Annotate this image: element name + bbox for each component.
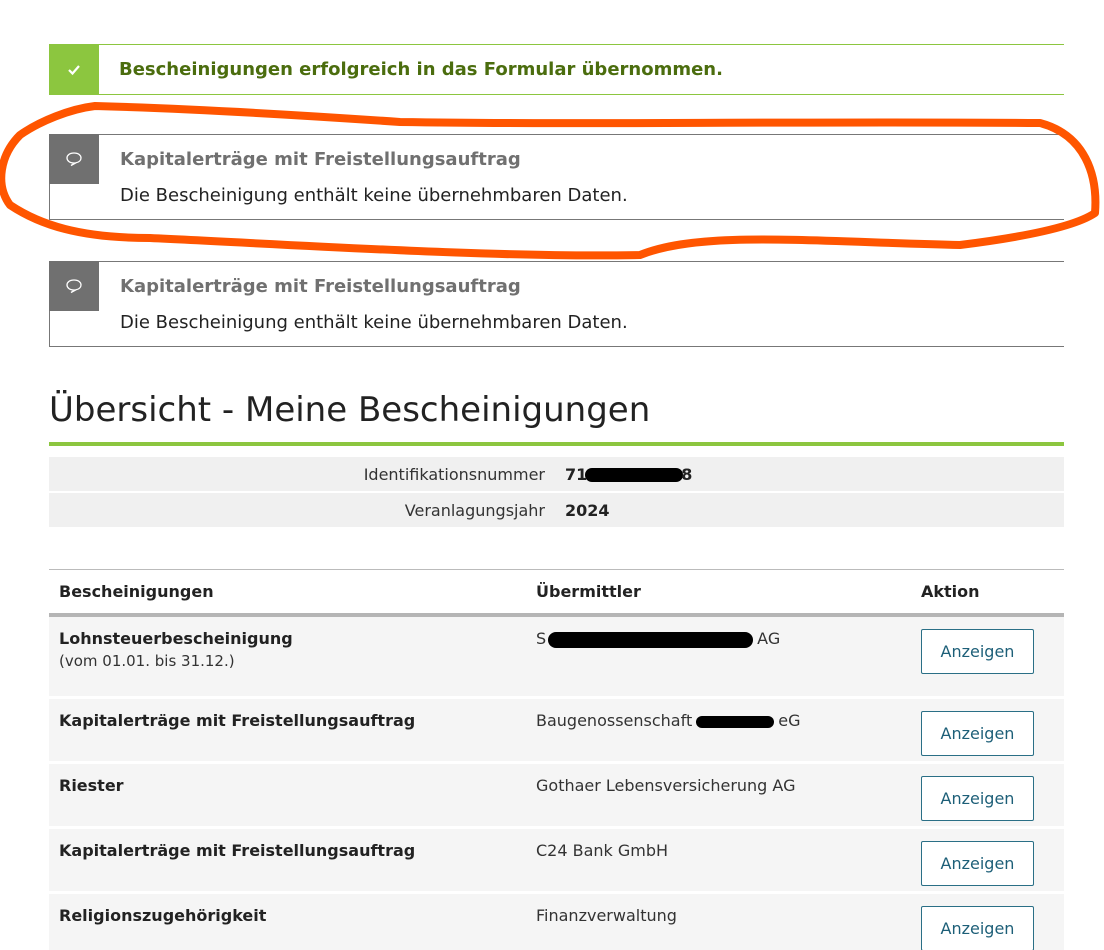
sender-name: Baugenossenschaft eG: [536, 711, 801, 730]
table-row: Religionszugehörigkeit Finanzverwaltung …: [49, 894, 1064, 950]
column-header-documents: Bescheinigungen: [59, 582, 214, 601]
column-header-sender: Übermittler: [536, 582, 641, 601]
show-button[interactable]: Anzeigen: [921, 629, 1034, 674]
speech-bubble-icon: [49, 261, 99, 311]
tax-year-label: Veranlagungsjahr: [404, 500, 545, 520]
sender-name: C24 Bank GmbH: [536, 841, 669, 860]
title-divider: [49, 442, 1064, 446]
info-notice: Kapitalerträge mit Freistellungsauftrag …: [49, 261, 1064, 347]
page-title: Übersicht - Meine Bescheinigungen: [49, 390, 651, 430]
check-icon: [49, 44, 99, 95]
sender-name: Gothaer Lebensversicherung AG: [536, 776, 796, 795]
id-number-label: Identifikationsnummer: [363, 464, 545, 484]
show-button[interactable]: Anzeigen: [921, 776, 1034, 821]
show-button[interactable]: Anzeigen: [921, 711, 1034, 756]
document-name: Kapitalerträge mit Freistellungsauftrag: [59, 711, 416, 730]
document-period: (vom 01.01. bis 31.12.): [59, 652, 235, 670]
id-number-value: 71 8: [565, 464, 693, 484]
notice-title: Kapitalerträge mit Freistellungsauftrag: [120, 276, 521, 297]
sender-name: S AG: [536, 629, 781, 648]
tax-year-value: 2024: [565, 500, 610, 520]
id-number-row: Identifikationsnummer 71 8: [49, 457, 1064, 491]
info-notice: Kapitalerträge mit Freistellungsauftrag …: [49, 134, 1064, 220]
redaction-mark: [585, 468, 684, 482]
notice-text: Die Bescheinigung enthält keine übernehm…: [120, 312, 628, 333]
document-name: Lohnsteuerbescheinigung: [59, 629, 293, 648]
redaction-mark: [548, 631, 754, 648]
notice-title: Kapitalerträge mit Freistellungsauftrag: [120, 149, 521, 170]
document-name: Religionszugehörigkeit: [59, 906, 267, 925]
table-row: Lohnsteuerbescheinigung (vom 01.01. bis …: [49, 617, 1064, 696]
sender-name: Finanzverwaltung: [536, 906, 677, 925]
table-row: Riester Gothaer Lebensversicherung AG An…: [49, 764, 1064, 826]
notice-text: Die Bescheinigung enthält keine übernehm…: [120, 185, 628, 206]
speech-bubble-icon: [49, 134, 99, 184]
table-header: Bescheinigungen Übermittler Aktion: [49, 569, 1064, 617]
certificates-table: Bescheinigungen Übermittler Aktion Lohns…: [49, 569, 1064, 950]
redaction-mark: [696, 715, 775, 728]
success-message: Bescheinigungen erfolgreich in das Formu…: [119, 59, 723, 80]
tax-year-row: Veranlagungsjahr 2024: [49, 493, 1064, 527]
document-name: Kapitalerträge mit Freistellungsauftrag: [59, 841, 416, 860]
show-button[interactable]: Anzeigen: [921, 841, 1034, 886]
show-button[interactable]: Anzeigen: [921, 906, 1034, 950]
document-name: Riester: [59, 776, 124, 795]
column-header-action: Aktion: [921, 582, 980, 601]
success-notice: Bescheinigungen erfolgreich in das Formu…: [49, 44, 1064, 95]
table-row: Kapitalerträge mit Freistellungsauftrag …: [49, 829, 1064, 891]
table-row: Kapitalerträge mit Freistellungsauftrag …: [49, 699, 1064, 761]
